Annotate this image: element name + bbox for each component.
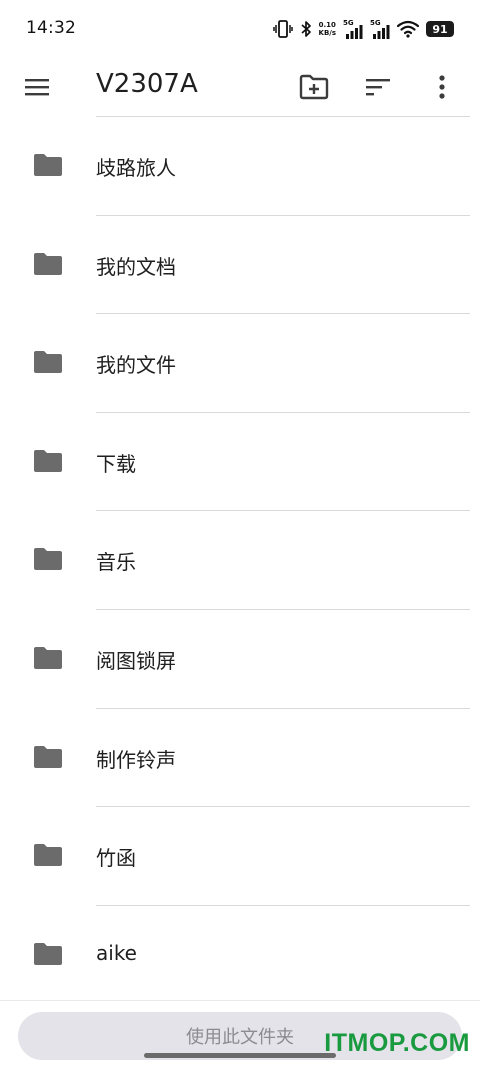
sim2-label: 5G [370, 19, 381, 27]
status-icons: 0.10 KB/s 5G 5G 91 [272, 18, 454, 40]
list-item[interactable]: aike [34, 904, 470, 1004]
list-item[interactable]: 我的文件 [34, 313, 470, 412]
folder-name: 歧路旅人 [96, 156, 176, 180]
folder-name: 我的文件 [96, 353, 176, 378]
folder-icon [34, 844, 62, 867]
status-bar: 14:32 0.10 KB/s 5G 5G 91 [0, 0, 480, 58]
list-item[interactable]: 制作铃声 [34, 707, 470, 807]
folder-icon [34, 548, 62, 571]
list-item[interactable]: 阅图锁屏 [34, 608, 470, 708]
folder-name: aike [96, 940, 137, 965]
net-speed-unit: KB/s [318, 29, 336, 37]
folder-name: 阅图锁屏 [96, 648, 176, 673]
status-time: 14:32 [26, 18, 76, 38]
sim1-signal: 5G [343, 19, 363, 39]
folder-icon [34, 942, 62, 965]
folder-icon [34, 154, 62, 176]
new-folder-button[interactable] [296, 69, 332, 105]
folder-name: 竹函 [96, 846, 136, 871]
folder-name: 下载 [96, 451, 136, 476]
folder-name: 制作铃声 [96, 747, 176, 772]
vibrate-icon [272, 20, 293, 38]
folder-icon [34, 449, 62, 472]
sim1-label: 5G [343, 19, 354, 27]
battery-indicator: 91 [426, 21, 454, 37]
list-item[interactable]: 音乐 [34, 510, 470, 609]
bottom-bar: 使用此文件夹 ITMOP.COM [0, 1000, 480, 1068]
sort-button[interactable] [360, 69, 396, 105]
menu-button[interactable] [20, 70, 54, 104]
wifi-icon [397, 20, 419, 38]
network-speed: 0.10 KB/s [319, 21, 336, 37]
list-item[interactable]: 我的文档 [34, 214, 470, 314]
sort-icon [366, 79, 390, 96]
menu-icon [25, 79, 49, 96]
page-title: V2307A [96, 69, 198, 99]
folder-icon [34, 351, 62, 374]
folder-name: 音乐 [96, 550, 136, 575]
folder-icon [34, 252, 62, 275]
bluetooth-icon [300, 20, 312, 38]
app-actions [296, 69, 460, 105]
list-item[interactable]: 竹函 [34, 806, 470, 905]
list-item[interactable]: 歧路旅人 [34, 116, 470, 215]
app-bar: V2307A [0, 58, 480, 116]
use-folder-label: 使用此文件夹 [186, 1027, 294, 1048]
sim2-signal: 5G [370, 19, 390, 39]
list-item[interactable]: 下载 [34, 411, 470, 511]
home-indicator[interactable] [144, 1053, 336, 1058]
more-vert-icon [439, 75, 445, 99]
folder-list: 歧路旅人 我的文档 我的文件 下载 音乐 阅图锁屏 制作铃声 竹函 aike [0, 116, 480, 1003]
folder-icon [34, 745, 62, 768]
folder-icon [34, 646, 62, 669]
folder-name: 我的文档 [96, 254, 176, 279]
new-folder-icon [299, 74, 329, 100]
net-speed-value: 0.10 [318, 21, 336, 29]
watermark: ITMOP.COM [324, 1029, 470, 1057]
more-options-button[interactable] [424, 69, 460, 105]
